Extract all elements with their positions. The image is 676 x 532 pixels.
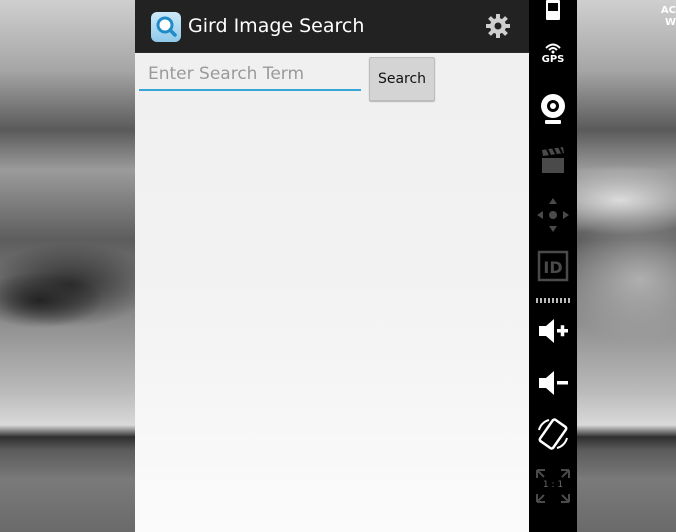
- svg-text:ID: ID: [543, 258, 562, 277]
- camera-icon[interactable]: [529, 92, 577, 126]
- rotate-icon[interactable]: [529, 416, 577, 452]
- gear-icon[interactable]: [485, 12, 511, 40]
- volume-down-icon[interactable]: [529, 367, 577, 399]
- battery-icon[interactable]: [529, 0, 577, 22]
- dpad-icon[interactable]: [529, 196, 577, 234]
- action-bar: Gird Image Search: [135, 0, 529, 53]
- emulator-toolbar: GPS ID 1: 1: [529, 0, 577, 532]
- volume-up-icon[interactable]: [529, 315, 577, 347]
- video-clapper-icon[interactable]: [529, 145, 577, 177]
- corner-text-line-1: AC: [660, 5, 676, 16]
- search-input[interactable]: [139, 58, 361, 91]
- app-title: Gird Image Search: [188, 15, 365, 37]
- desktop-corner-text: AC W: [656, 5, 676, 29]
- toolbar-divider: [536, 298, 570, 303]
- search-magnifier-icon[interactable]: [151, 12, 181, 42]
- gps-label: GPS: [541, 54, 565, 65]
- scale-label: 1 : 1: [542, 480, 564, 490]
- gps-icon[interactable]: GPS: [529, 40, 577, 72]
- device-id-icon[interactable]: ID: [529, 250, 577, 282]
- search-button[interactable]: Search: [369, 57, 435, 101]
- corner-text-line-2: W: [664, 17, 676, 28]
- phone-screen: Gird Image Search Search: [135, 0, 529, 532]
- scale-icon[interactable]: 1 : 1: [529, 468, 577, 504]
